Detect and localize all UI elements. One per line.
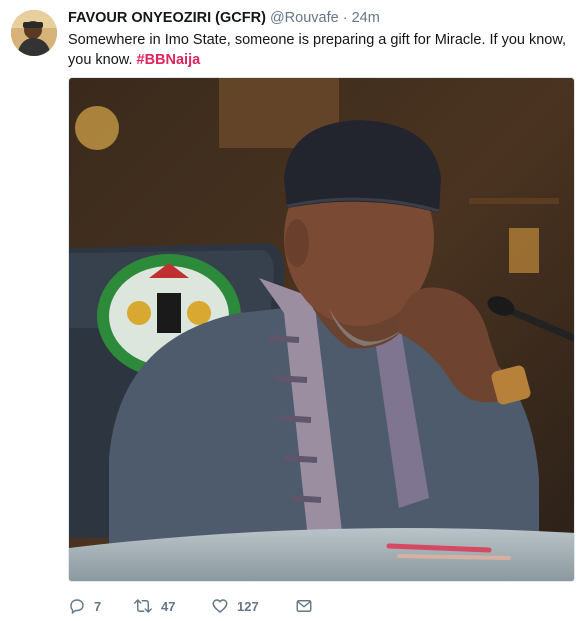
retweet-icon [134,599,152,613]
envelope-icon [296,600,312,612]
tweet-text: Somewhere in Imo State, someone is prepa… [68,30,574,70]
tweet-actions: 7 47 127 [68,596,313,616]
like-button[interactable]: 127 [211,597,295,615]
heart-icon [212,599,228,613]
tweet-photo[interactable] [68,77,575,582]
reply-button[interactable]: 7 [68,597,133,615]
reply-icon [70,599,84,615]
tweet-card[interactable]: FAVOUR ONYEOZIRI (GCFR) @Rouvafe · 24m S… [0,0,584,621]
author-name[interactable]: FAVOUR ONYEOZIRI (GCFR) [68,10,266,26]
like-count: 127 [237,598,259,614]
retweet-count: 47 [161,598,176,614]
tweet-header: FAVOUR ONYEOZIRI (GCFR) @Rouvafe · 24m [68,10,380,26]
retweet-button[interactable]: 47 [133,597,211,615]
avatar[interactable] [11,10,57,56]
direct-message-button[interactable] [295,597,313,615]
hashtag-link[interactable]: #BBNaija [137,52,201,68]
reply-count: 7 [94,598,102,614]
separator: · [342,10,348,26]
author-handle[interactable]: @Rouvafe [270,10,339,26]
timestamp[interactable]: 24m [352,10,380,26]
